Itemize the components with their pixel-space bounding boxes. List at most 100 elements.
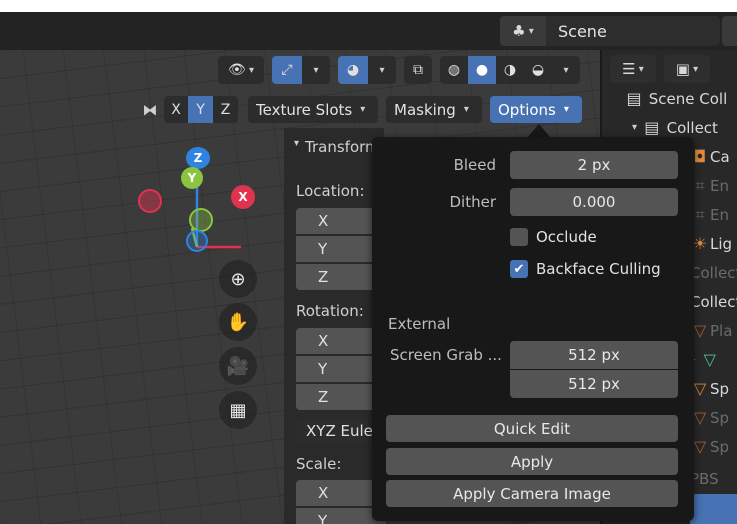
collection-box-icon: ▤ xyxy=(626,89,642,108)
chevron-down-icon: ▾ xyxy=(245,64,254,76)
chevron-down-icon: ▾ xyxy=(525,25,534,37)
shading-material-button[interactable]: ◑ xyxy=(496,56,524,84)
gizmo-toggle-button[interactable]: ⤢ xyxy=(272,56,302,84)
gizmo-toggle-group[interactable]: ⤢ ▾ xyxy=(272,56,330,84)
symmetry-x-button[interactable]: X xyxy=(164,96,188,123)
shading-dropdown[interactable]: ▾ xyxy=(552,56,580,84)
scene-browse-button[interactable]: ♣ ▾ xyxy=(500,16,546,46)
outliner-selected-row[interactable] xyxy=(690,494,737,524)
outliner-scene-collection[interactable]: ▤ Scene Coll xyxy=(602,84,737,113)
outliner-item-label: Sp xyxy=(710,379,730,398)
masking-label: Masking xyxy=(394,100,456,119)
options-label: Options xyxy=(498,100,556,119)
quick-edit-button[interactable]: Quick Edit xyxy=(386,415,678,442)
shading-wireframe-button[interactable]: ◍ xyxy=(440,56,468,84)
texture-slots-label: Texture Slots xyxy=(256,100,353,119)
backface-culling-toggle[interactable]: ✔ Backface Culling xyxy=(510,260,661,278)
camera-icon: 🎥 xyxy=(226,355,250,377)
gizmo-neg-z-axis[interactable] xyxy=(186,230,208,252)
visibility-dropdown[interactable]: 👁 ▾ xyxy=(218,56,264,84)
bleed-field[interactable]: 2 px xyxy=(510,151,678,179)
visibility-group[interactable]: 👁 ▾ xyxy=(218,56,264,84)
overlay-icon: ◕ xyxy=(346,62,360,78)
new-scene-button[interactable] xyxy=(722,16,737,46)
symmetry-axis-group[interactable]: X Y Z xyxy=(164,96,238,123)
outliner-item-label: En xyxy=(710,176,729,195)
popover-arrow xyxy=(527,124,551,138)
transform-header[interactable]: ▾ Transform xyxy=(294,138,380,156)
outliner-tree-icon: ☰ xyxy=(622,60,636,78)
outliner-item-label: Sp xyxy=(710,437,730,456)
outliner-item-label: Pla xyxy=(710,321,733,340)
options-dropdown[interactable]: Options ▾ xyxy=(490,96,582,123)
outliner-item-label: Lig xyxy=(710,234,733,253)
dither-label: Dither xyxy=(449,193,496,211)
shading-group[interactable]: ◍ ● ◑ ◒ ▾ xyxy=(440,56,580,84)
camera-view-button[interactable]: 🎥 xyxy=(219,347,257,385)
gizmo-neg-x-axis[interactable] xyxy=(138,189,162,213)
display-mode-dropdown[interactable]: ☰ ▾ xyxy=(610,55,656,83)
solid-sphere-icon: ● xyxy=(475,62,489,78)
ortho-toggle-button[interactable]: ▦ xyxy=(219,391,257,429)
zoom-button[interactable]: ⊕ xyxy=(219,260,257,298)
filter-icon: ▣ xyxy=(675,60,690,78)
masking-dropdown[interactable]: Masking ▾ xyxy=(386,96,482,123)
chevron-down-icon: ▾ xyxy=(632,122,638,133)
chevron-down-icon: ▾ xyxy=(635,63,644,75)
location-label: Location: xyxy=(296,182,365,200)
backface-culling-checkbox[interactable]: ✔ xyxy=(510,260,528,278)
rendered-sphere-icon: ◒ xyxy=(531,62,545,78)
occlude-toggle[interactable]: Occlude xyxy=(510,228,597,246)
xray-group[interactable]: ⧉ xyxy=(404,56,432,84)
grid-icon: ▦ xyxy=(229,399,247,421)
scene-selector[interactable]: ♣ ▾ Scene xyxy=(500,16,720,46)
scene-name[interactable]: Scene xyxy=(546,22,607,41)
external-header: External xyxy=(388,315,451,333)
apply-button[interactable]: Apply xyxy=(386,448,678,475)
collection-box-icon: ▤ xyxy=(644,118,660,137)
chevron-down-icon: ▾ xyxy=(563,64,569,76)
chevron-down-icon: ▾ xyxy=(379,64,385,76)
outliner-item-label: Ca xyxy=(710,147,730,166)
symmetry-z-button[interactable]: Z xyxy=(213,96,238,123)
xray-toggle-button[interactable]: ⧉ xyxy=(404,56,432,84)
xray-icon: ⧉ xyxy=(413,62,423,78)
gizmo-arrows-icon: ⤢ xyxy=(281,62,293,78)
shading-rendered-button[interactable]: ◒ xyxy=(524,56,552,84)
overlay-dropdown[interactable]: ▾ xyxy=(368,56,396,84)
outliner-item-label: PBS xyxy=(690,469,719,488)
gizmo-y-axis[interactable]: Y xyxy=(181,167,203,189)
collection-label: Collect xyxy=(666,118,718,137)
overlay-toggle-button[interactable]: ◕ xyxy=(338,56,368,84)
outliner-item-label: En xyxy=(710,205,729,224)
dither-field[interactable]: 0.000 xyxy=(510,188,678,216)
chevron-down-icon: ▾ xyxy=(563,104,569,115)
gizmo-z-axis[interactable]: Z xyxy=(186,147,210,169)
chevron-down-icon: ▾ xyxy=(689,63,699,75)
outliner-item-label: Collect xyxy=(690,263,737,282)
scene-icon: ♣ xyxy=(512,22,526,40)
wireframe-sphere-icon: ◍ xyxy=(447,62,461,78)
filter-dropdown[interactable]: ▣ ▾ xyxy=(664,55,710,83)
screen-grab-x-field[interactable]: 512 px xyxy=(510,341,678,369)
pan-button[interactable]: ✋ xyxy=(219,303,257,341)
transform-header-label: Transform xyxy=(305,138,380,156)
sidebar-panel: ▾ Transform Location: X Y Z Rotation: X … xyxy=(284,128,386,524)
material-sphere-icon: ◑ xyxy=(503,62,517,78)
screen-grab-y-field[interactable]: 512 px xyxy=(510,370,678,398)
scale-label: Scale: xyxy=(296,455,342,473)
eye-select-icon: 👁 xyxy=(228,62,246,78)
symmetry-y-button[interactable]: Y xyxy=(188,96,213,123)
shading-solid-button[interactable]: ● xyxy=(468,56,496,84)
rotation-label: Rotation: xyxy=(296,302,364,320)
gizmo-dropdown[interactable]: ▾ xyxy=(302,56,330,84)
apply-camera-image-button[interactable]: Apply Camera Image xyxy=(386,480,678,507)
top-strip xyxy=(0,0,737,12)
gizmo-neg-y-axis[interactable] xyxy=(189,208,213,232)
mesh-data-icon: ▽ xyxy=(703,350,716,369)
gizmo-x-axis[interactable]: X xyxy=(231,185,255,209)
overlay-toggle-group[interactable]: ◕ ▾ xyxy=(338,56,396,84)
occlude-checkbox[interactable] xyxy=(510,228,528,246)
bleed-label: Bleed xyxy=(453,156,496,174)
texture-slots-dropdown[interactable]: Texture Slots ▾ xyxy=(248,96,378,123)
